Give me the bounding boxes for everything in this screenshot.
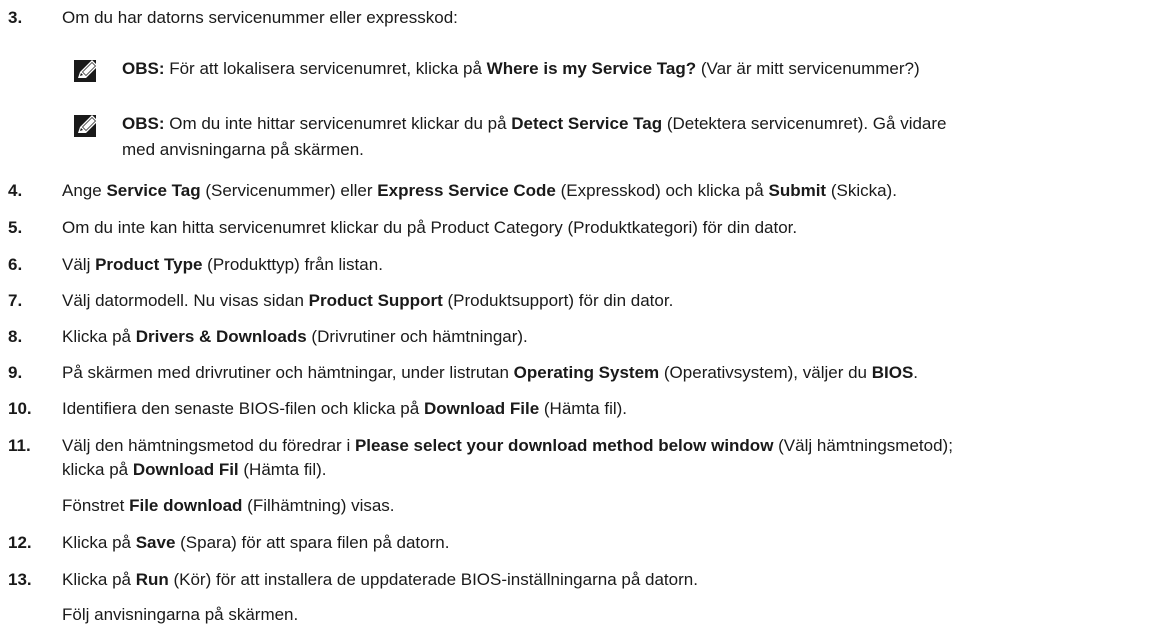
step-text: Välj den hämtningsmetod du föredrar i <box>62 436 355 455</box>
ui-term: Product Support <box>308 291 443 310</box>
step-text: (Hämta fil). <box>539 399 628 418</box>
step-text: (Operativsystem), väljer du <box>659 363 872 382</box>
step-text: Om du har datorns servicenummer eller ex… <box>62 8 458 27</box>
note-label: OBS: <box>122 59 165 78</box>
note-2: OBS: Om du inte hittar servicenumret kli… <box>74 111 1154 165</box>
step-number: 3. <box>8 8 23 27</box>
ui-term: Drivers & Downloads <box>135 327 307 346</box>
step-text: (Servicenummer) eller <box>200 181 378 200</box>
step-text: Identifiera den senaste BIOS-filen och k… <box>62 399 424 418</box>
step-text: Fönstret <box>62 496 130 515</box>
step-text: (Kör) för att installera de uppdaterade … <box>168 570 698 589</box>
step-text: (Välj hämtningsmetod); <box>773 436 953 455</box>
step-number: 12. <box>8 533 32 552</box>
note-text: (Detektera servicenumret). Gå vidare <box>662 114 947 133</box>
step-text: (Hämta fil). <box>238 460 327 479</box>
step-text: (Skicka). <box>826 181 897 200</box>
step-text: Välj <box>62 255 96 274</box>
step-number: 7. <box>8 291 23 310</box>
step-number: 4. <box>8 181 23 200</box>
note-link-text: Where is my Service Tag? <box>486 59 697 78</box>
step-13-result: Följ anvisningarna på skärmen. <box>62 605 299 624</box>
ui-term: Product Type <box>95 255 203 274</box>
step-number: 6. <box>8 255 23 274</box>
step-text: (Drivrutiner och hämtningar). <box>306 327 528 346</box>
step-text: Klicka på <box>62 570 136 589</box>
ui-term: Service Tag <box>106 181 201 200</box>
step-text: Klicka på <box>62 327 136 346</box>
note-link-text: Detect Service Tag <box>511 114 663 133</box>
step-number: 5. <box>8 218 23 237</box>
step-text: klicka på <box>62 460 133 479</box>
step-number: 9. <box>8 363 23 382</box>
step-text: Klicka på <box>62 533 136 552</box>
ui-term: Download File <box>423 399 540 418</box>
ui-term: BIOS <box>871 363 914 382</box>
note-1: OBS: För att lokalisera servicenumret, k… <box>74 56 1154 84</box>
ui-term: Save <box>135 533 176 552</box>
step-text: (Spara) för att spara filen på datorn. <box>175 533 450 552</box>
step-text: . <box>913 363 919 382</box>
step-text: (Expresskod) och klicka på <box>555 181 769 200</box>
step-number: 8. <box>8 327 23 346</box>
step-text: Ange <box>62 181 107 200</box>
note-label: OBS: <box>122 114 165 133</box>
step-text: På skärmen med drivrutiner och hämtninga… <box>62 363 514 382</box>
pencil-note-icon <box>74 60 98 82</box>
ui-term: Please select your download method below… <box>354 436 774 455</box>
note-text: För att lokalisera servicenumret, klicka… <box>164 59 487 78</box>
step-text: (Filhämtning) visas. <box>242 496 395 515</box>
ui-term: Submit <box>768 181 827 200</box>
step-text: Om du inte kan hitta servicenumret klick… <box>62 218 798 237</box>
note-text: Om du inte hittar servicenumret klickar … <box>164 114 512 133</box>
step-11-result: Fönstret File download (Filhämtning) vis… <box>62 494 1152 518</box>
note-text: (Var är mitt servicenummer?) <box>696 59 920 78</box>
ui-term: Operating System <box>513 363 660 382</box>
step-number: 11. <box>8 436 31 455</box>
ui-term: Express Service Code <box>377 181 556 200</box>
pencil-note-icon <box>74 115 98 137</box>
ui-term: Run <box>135 570 169 589</box>
ui-term: File download <box>129 496 243 515</box>
step-text: (Produktsupport) för din dator. <box>442 291 674 310</box>
step-number: 10. <box>8 399 32 418</box>
step-text: (Produkttyp) från listan. <box>202 255 383 274</box>
step-number: 13. <box>8 570 32 589</box>
step-text: Välj datormodell. Nu visas sidan <box>62 291 309 310</box>
ui-term: Download Fil <box>132 460 239 479</box>
note-text-line2: med anvisningarna på skärmen. <box>122 140 364 159</box>
